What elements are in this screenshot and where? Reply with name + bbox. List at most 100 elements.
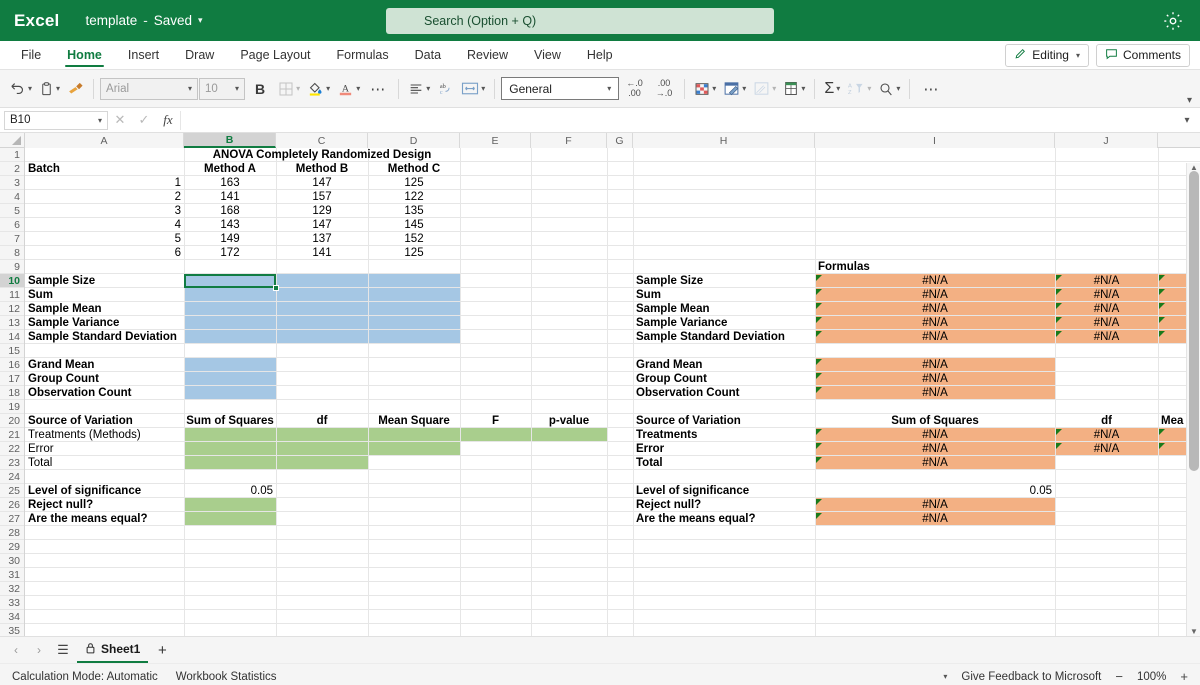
row-header-31[interactable]: 31 — [0, 568, 24, 582]
row-header-25[interactable]: 25 — [0, 484, 24, 498]
scroll-down-icon[interactable]: ▼ — [1187, 627, 1200, 636]
orientation-icon[interactable]: ab c — [434, 76, 457, 102]
row-header-22[interactable]: 22 — [0, 442, 24, 456]
cell-a18[interactable]: Observation Count — [25, 386, 184, 400]
row-header-30[interactable]: 30 — [0, 554, 24, 568]
cell-i17[interactable]: #N/A — [815, 372, 1055, 386]
row-header-24[interactable]: 24 — [0, 470, 24, 484]
cell-b20[interactable]: Sum of Squares — [184, 414, 276, 428]
cell-a10[interactable]: Sample Size — [25, 274, 184, 288]
row-header-26[interactable]: 26 — [0, 498, 24, 512]
cell-i13[interactable]: #N/A — [815, 316, 1055, 330]
fill-color-icon[interactable]: ▾ — [304, 76, 333, 102]
cell-a25[interactable]: Level of significance — [25, 484, 184, 498]
tab-data[interactable]: Data — [402, 41, 454, 69]
cell-i12[interactable]: #N/A — [815, 302, 1055, 316]
cell-h22[interactable]: Error — [633, 442, 815, 456]
row-header-1[interactable]: 1 — [0, 148, 24, 162]
column-header-e[interactable]: E — [460, 133, 531, 148]
row-header-28[interactable]: 28 — [0, 526, 24, 540]
cell-i26[interactable]: #N/A — [815, 498, 1055, 512]
confirm-icon[interactable]: ✓ — [132, 112, 156, 128]
cell-h14[interactable]: Sample Standard Deviation — [633, 330, 815, 344]
tab-insert[interactable]: Insert — [115, 41, 172, 69]
cell-h13[interactable]: Sample Variance — [633, 316, 815, 330]
row-header-17[interactable]: 17 — [0, 372, 24, 386]
cell-d6[interactable]: 145 — [368, 218, 460, 232]
cell-h26[interactable]: Reject null? — [633, 498, 815, 512]
cell-b8[interactable]: 172 — [184, 246, 276, 260]
cell-i14[interactable]: #N/A — [815, 330, 1055, 344]
overflow-icon[interactable]: ⋯ — [916, 76, 946, 102]
editing-button[interactable]: Editing ▾ — [1005, 44, 1089, 67]
cell-d20[interactable]: Mean Square — [368, 414, 460, 428]
tab-page-layout[interactable]: Page Layout — [227, 41, 323, 69]
scrollbar-thumb[interactable] — [1189, 171, 1199, 471]
row-header-2[interactable]: 2 — [0, 162, 24, 176]
cell-a22[interactable]: Error — [25, 442, 184, 456]
column-header-a[interactable]: A — [25, 133, 184, 148]
cell-j13[interactable]: #N/A — [1055, 316, 1158, 330]
conditional-formatting-icon[interactable]: ▾ — [691, 76, 719, 102]
bold-button[interactable]: B — [246, 76, 274, 102]
column-header-g[interactable]: G — [607, 133, 633, 148]
cell-h10[interactable]: Sample Size — [633, 274, 815, 288]
row-header-3[interactable]: 3 — [0, 176, 24, 190]
cell-a2[interactable]: Batch — [25, 162, 184, 176]
workbook-statistics-label[interactable]: Workbook Statistics — [176, 671, 277, 683]
decrease-decimal-icon[interactable]: ←.0.00 — [620, 76, 649, 102]
cell-h11[interactable]: Sum — [633, 288, 815, 302]
tab-view[interactable]: View — [521, 41, 574, 69]
tab-draw[interactable]: Draw — [172, 41, 227, 69]
row-header-6[interactable]: 6 — [0, 218, 24, 232]
tab-help[interactable]: Help — [574, 41, 626, 69]
gear-icon[interactable] — [1162, 10, 1184, 32]
cell-b25[interactable]: 0.05 — [184, 484, 276, 498]
align-left-icon[interactable]: ▾ — [405, 76, 433, 102]
cell-a16[interactable]: Grand Mean — [25, 358, 184, 372]
calculation-mode-label[interactable]: Calculation Mode: Automatic — [12, 671, 158, 683]
cell-f20[interactable]: p-value — [531, 414, 607, 428]
document-title-group[interactable]: template - Saved ▾ — [85, 13, 202, 28]
row-header-20[interactable]: 20 — [0, 414, 24, 428]
row-header-12[interactable]: 12 — [0, 302, 24, 316]
row-header-15[interactable]: 15 — [0, 344, 24, 358]
cell-c5[interactable]: 129 — [276, 204, 368, 218]
find-select-icon[interactable]: ▾ — [875, 76, 903, 102]
cell-j22[interactable]: #N/A — [1055, 442, 1158, 456]
cell-h18[interactable]: Observation Count — [633, 386, 815, 400]
cell-h20[interactable]: Source of Variation — [633, 414, 815, 428]
paste-icon[interactable]: ▾ — [36, 76, 63, 102]
column-header-f[interactable]: F — [531, 133, 607, 148]
row-header-13[interactable]: 13 — [0, 316, 24, 330]
cell-i18[interactable]: #N/A — [815, 386, 1055, 400]
chevron-down-icon[interactable]: ▾ — [943, 672, 947, 681]
cell-c3[interactable]: 147 — [276, 176, 368, 190]
vertical-scrollbar[interactable]: ▲ ▼ — [1186, 163, 1200, 636]
formula-input[interactable] — [180, 111, 1174, 130]
row-header-33[interactable]: 33 — [0, 596, 24, 610]
wrap-text-icon[interactable]: ▾ — [458, 76, 488, 102]
cell-i16[interactable]: #N/A — [815, 358, 1055, 372]
cell-a27[interactable]: Are the means equal? — [25, 512, 184, 526]
cell-a4[interactable]: 2 — [25, 190, 184, 204]
cell-a12[interactable]: Sample Mean — [25, 302, 184, 316]
row-header-29[interactable]: 29 — [0, 540, 24, 554]
tab-home[interactable]: Home — [54, 41, 115, 69]
cell-d3[interactable]: 125 — [368, 176, 460, 190]
cell-c6[interactable]: 147 — [276, 218, 368, 232]
plus-icon[interactable]: + — [1180, 669, 1188, 684]
cell-j14[interactable]: #N/A — [1055, 330, 1158, 344]
cell-h12[interactable]: Sample Mean — [633, 302, 815, 316]
cell-b7[interactable]: 149 — [184, 232, 276, 246]
cell-c2[interactable]: Method B — [276, 162, 368, 176]
format-painter-icon[interactable] — [64, 76, 87, 102]
cell-b3[interactable]: 163 — [184, 176, 276, 190]
row-header-11[interactable]: 11 — [0, 288, 24, 302]
autosum-icon[interactable]: Σ▾ — [821, 76, 843, 102]
expand-formula-bar-icon[interactable]: ▾ — [1174, 115, 1200, 126]
comments-button[interactable]: Comments — [1096, 44, 1190, 67]
cell-a20[interactable]: Source of Variation — [25, 414, 184, 428]
cell-h27[interactable]: Are the means equal? — [633, 512, 815, 526]
row-header-35[interactable]: 35 — [0, 624, 24, 636]
